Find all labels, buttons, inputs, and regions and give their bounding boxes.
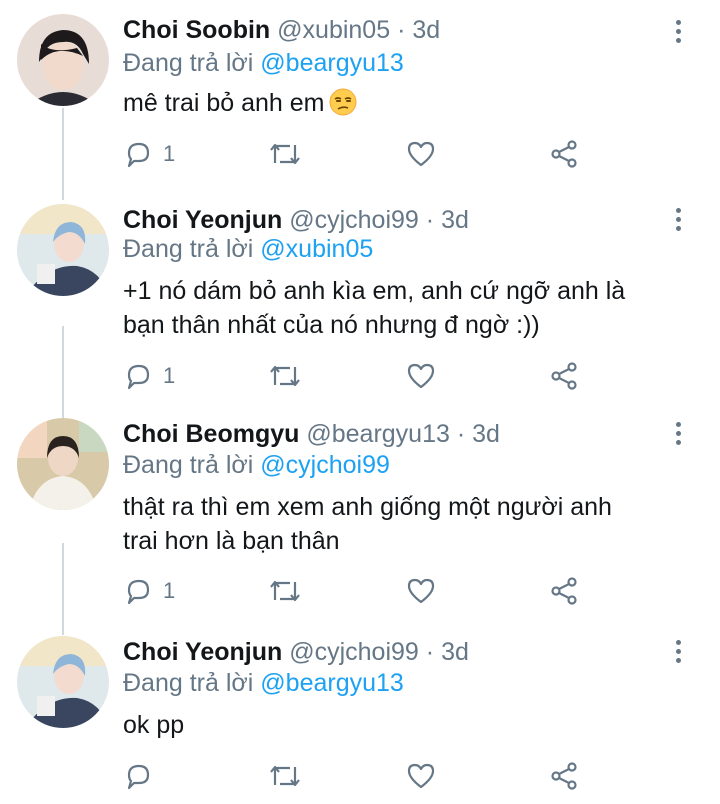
heart-icon [407,578,435,604]
replying-to: Đang trả lời @beargyu13 [123,46,404,80]
unamused-face-emoji-icon [329,88,356,116]
tweet-text: mê trai bỏ anh em [123,86,663,120]
retweet-button[interactable] [268,136,302,172]
tweet-text: +1 nó dám bỏ anh kìa em, anh cứ ngỡ anh … [123,274,663,342]
avatar-image [17,418,109,510]
share-icon [551,762,577,790]
user-handle[interactable]: @xubin05 [277,16,390,44]
reply-to-handle[interactable]: @cyjchoi99 [260,451,390,479]
tweet[interactable]: Choi Yeonjun @cyjchoi99 · 3d Đang trả lờ… [0,196,720,414]
avatar[interactable] [17,418,109,510]
reply-count: 1 [163,578,176,603]
tweet-actions: 1 [123,358,593,394]
reply-bubble-icon [127,364,150,390]
share-button[interactable] [549,136,579,172]
avatar-image [17,636,109,728]
avatar[interactable] [17,636,109,728]
separator: · [456,420,466,448]
reply-prefix: Đang trả lời [123,49,254,77]
retweet-button[interactable] [268,758,302,794]
avatar[interactable] [17,14,109,106]
tweet-text-line: ok pp [123,711,185,739]
tweet-actions [123,758,593,794]
timestamp[interactable]: 3d [412,16,440,44]
timestamp[interactable]: 3d [441,638,469,666]
replying-to: Đang trả lời @cyjchoi99 [123,448,390,482]
display-name[interactable]: Choi Soobin [123,16,270,44]
reply-prefix: Đang trả lời [123,669,254,697]
retweet-icon [270,765,300,787]
reply-to-handle[interactable]: @beargyu13 [260,49,404,77]
tweet-text-line: +1 nó dám bỏ anh kìa em, anh cứ ngỡ anh … [123,277,626,305]
tweet-header: Choi Beomgyu @beargyu13 · 3d [123,418,500,450]
reply-button[interactable] [123,758,163,794]
share-button[interactable] [549,758,579,794]
replying-to: Đang trả lời @xubin05 [123,232,373,266]
share-icon [551,362,577,390]
reply-count: 1 [163,363,176,388]
display-name[interactable]: Choi Yeonjun [123,206,282,234]
share-icon [551,577,577,605]
tweet[interactable]: Choi Beomgyu @beargyu13 · 3d Đang trả lờ… [0,414,720,632]
tweet-actions: 1 [123,573,593,609]
share-icon [551,140,577,168]
reply-to-handle[interactable]: @beargyu13 [260,669,404,697]
like-button[interactable] [406,136,436,172]
heart-icon [407,141,435,167]
reply-prefix: Đang trả lời [123,235,254,263]
tweet[interactable]: Choi Soobin @xubin05 · 3d Đang trả lời @… [0,0,720,200]
like-button[interactable] [406,758,436,794]
replying-to: Đang trả lời @beargyu13 [123,666,404,700]
retweet-icon [270,143,300,165]
reply-button[interactable]: 1 [123,573,175,609]
separator: · [397,16,406,44]
tweet-text: ok pp [123,708,663,742]
reply-button[interactable]: 1 [123,136,175,172]
tweet-text-line: bạn thân nhất của nó nhưng đ ngờ :)) [123,311,540,339]
tweet-header: Choi Yeonjun @cyjchoi99 · 3d [123,636,469,668]
share-button[interactable] [549,358,579,394]
user-handle[interactable]: @beargyu13 [306,420,450,448]
retweet-icon [270,365,300,387]
separator: · [425,206,435,234]
retweet-button[interactable] [268,358,302,394]
user-handle[interactable]: @cyjchoi99 [289,638,419,666]
display-name[interactable]: Choi Yeonjun [123,638,282,666]
reply-bubble-icon [127,579,150,605]
tweet-text: thật ra thì em xem anh giống một người a… [123,490,663,558]
retweet-button[interactable] [268,573,302,609]
tweet-text-line: mê trai bỏ anh em [123,89,325,117]
reply-prefix: Đang trả lời [123,451,254,479]
retweet-icon [270,580,300,602]
heart-icon [407,763,435,789]
reply-button[interactable]: 1 [123,358,175,394]
tweet-text-line: thật ra thì em xem anh giống một người a… [123,493,612,521]
heart-icon [407,363,435,389]
tweet[interactable]: Choi Yeonjun @cyjchoi99 · 3d Đang trả lờ… [0,632,720,804]
avatar-image [17,14,109,106]
more-vertical-icon[interactable] [672,208,684,234]
like-button[interactable] [406,573,436,609]
display-name[interactable]: Choi Beomgyu [123,420,299,448]
timestamp[interactable]: 3d [441,206,469,234]
timestamp[interactable]: 3d [472,420,500,448]
more-vertical-icon[interactable] [672,640,684,666]
avatar-image [17,204,109,296]
reply-to-handle[interactable]: @xubin05 [260,235,373,263]
tweet-header: Choi Soobin @xubin05 · 3d [123,14,440,46]
share-button[interactable] [549,573,579,609]
tweet-actions: 1 [123,136,593,172]
reply-bubble-icon [127,142,150,168]
like-button[interactable] [406,358,436,394]
user-handle[interactable]: @cyjchoi99 [289,206,419,234]
more-vertical-icon[interactable] [672,422,684,448]
more-vertical-icon[interactable] [672,20,684,46]
separator: · [425,638,435,666]
reply-count: 1 [163,141,176,166]
tweet-text-line: trai hơn là bạn thân [123,527,340,555]
reply-bubble-icon [127,764,150,790]
avatar[interactable] [17,204,109,296]
